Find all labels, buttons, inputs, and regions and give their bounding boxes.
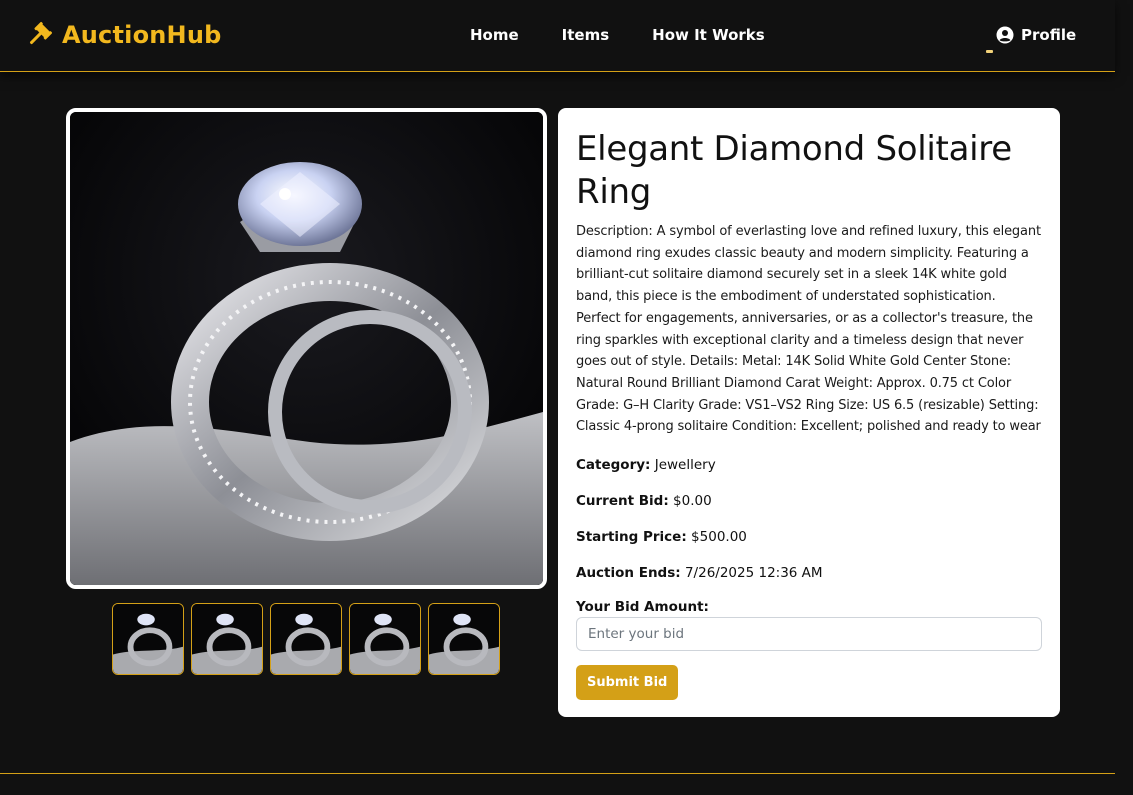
thumbnail-1[interactable] [112,603,184,675]
thumbnail-strip [112,603,500,675]
bid-amount-input[interactable] [576,617,1042,652]
submit-bid-button[interactable]: Submit Bid [576,665,679,701]
item-description: Description: A symbol of everlasting lov… [576,224,1041,435]
brand-name: AuctionHub [62,21,222,49]
user-circle-icon [996,26,1014,44]
navbar: AuctionHub Home Items How It Works Profi… [0,0,1115,72]
brand[interactable]: AuctionHub [24,18,222,52]
starting-price-row: Starting Price: $500.00 [576,527,1042,563]
main-item-image [66,108,547,589]
thumbnail-3[interactable] [270,603,342,675]
profile-label: Profile [1021,26,1077,44]
thumbnail-5[interactable] [428,603,500,675]
profile-indicator [986,50,993,53]
current-bid-row: Current Bid: $0.00 [576,491,1042,527]
auction-ends-value: 7/26/2025 12:36 AM [684,565,823,582]
item-title: Elegant Diamond Solitaire Ring [576,129,1012,212]
starting-price-value: $500.00 [691,529,747,546]
current-bid-label: Current Bid: [576,493,669,510]
category-label: Category: [576,457,651,474]
bid-amount-label: Your Bid Amount: [576,599,709,616]
category-row: Category: Jewellery [576,455,1042,491]
thumbnail-2[interactable] [191,603,263,675]
starting-price-label: Starting Price: [576,529,687,546]
ring-photo [70,112,543,585]
thumbnail-4[interactable] [349,603,421,675]
footer-divider [0,773,1115,774]
auction-ends-label: Auction Ends: [576,565,681,582]
nav-link-items[interactable]: Items [562,26,609,44]
profile-link[interactable]: Profile [996,26,1076,44]
gavel-icon [29,21,53,45]
item-details-card: Elegant Diamond Solitaire Ring Descripti… [558,108,1060,717]
current-bid-value: $0.00 [673,493,712,510]
nav-link-home[interactable]: Home [470,26,519,44]
main-nav: Home Items How It Works [470,26,765,44]
category-value: Jewellery [654,457,716,474]
nav-link-how-it-works[interactable]: How It Works [652,26,765,44]
auction-ends-row: Auction Ends: 7/26/2025 12:36 AM [576,563,1042,599]
